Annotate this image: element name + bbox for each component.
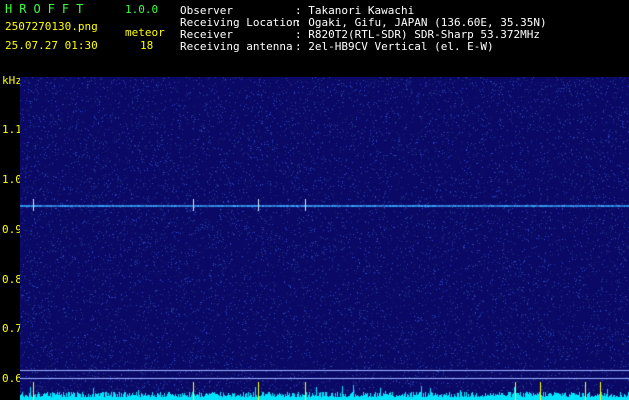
freq-tick-0-9: 0.9 <box>2 223 22 236</box>
freq-tick-1-1: 1.1 <box>2 123 22 136</box>
app-version: 1.0.0 <box>125 3 159 16</box>
spectrogram-canvas[interactable] <box>20 77 629 400</box>
info-key-antenna: Receiving antenna <box>180 40 293 53</box>
unit-label: kHz <box>2 74 22 87</box>
info-value-antenna: : 2el-HB9CV Vertical (el. E-W) <box>295 40 494 53</box>
freq-tick-0-7: 0.7 <box>2 322 22 335</box>
header-panel: HROFFT 1.0.0 2507270130.png 25.07.27 01:… <box>0 0 629 87</box>
freq-tick-0-6: 0.6 <box>2 372 22 385</box>
spectrogram-panel[interactable] <box>20 77 629 400</box>
file-name: 2507270130.png <box>5 20 98 33</box>
meteor-count: 18 <box>140 39 154 52</box>
freq-tick-0-8: 0.8 <box>2 273 22 286</box>
freq-tick-1-0: 1.0 <box>2 173 22 186</box>
app-title: HROFFT <box>5 2 91 16</box>
meteor-label: meteor <box>125 26 165 39</box>
file-datetime: 25.07.27 01:30 <box>5 39 98 52</box>
